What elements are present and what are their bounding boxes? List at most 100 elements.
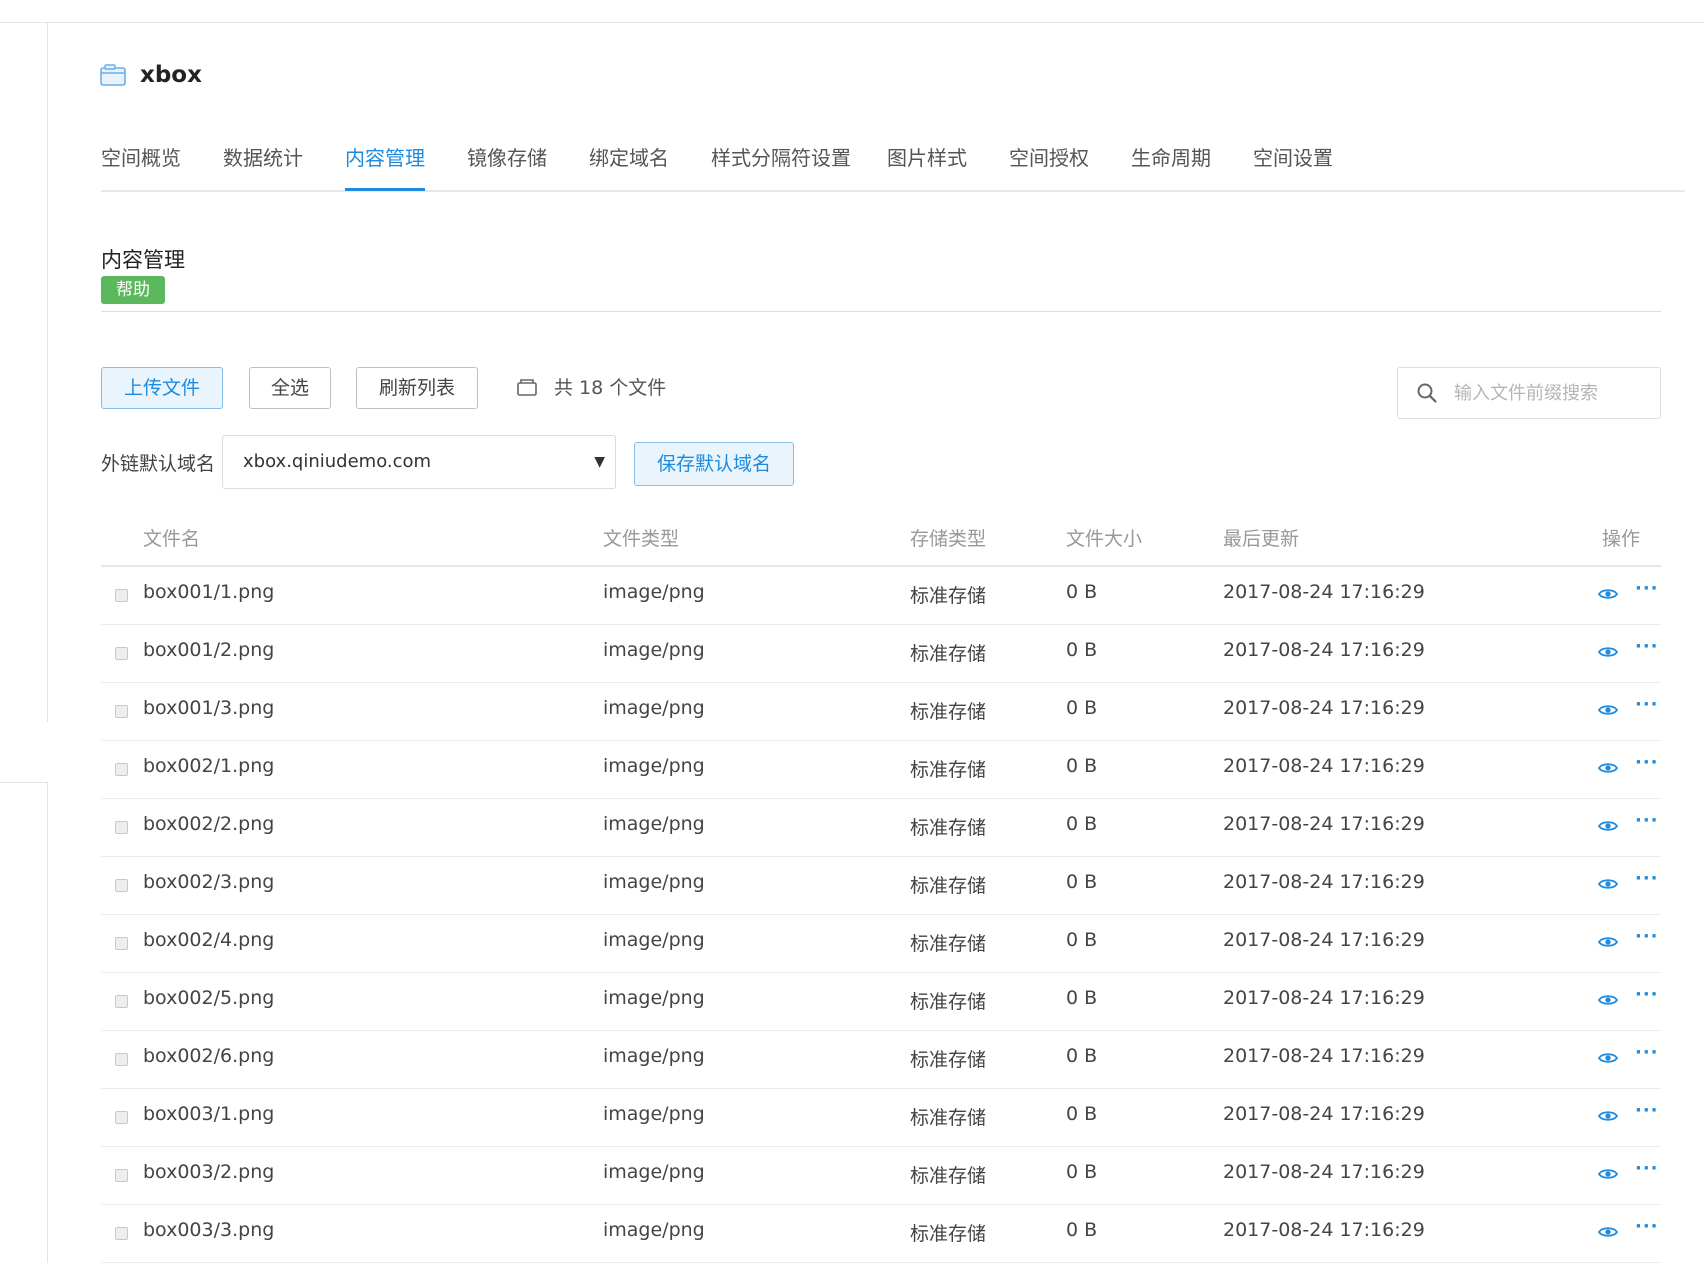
tab-bind-domain[interactable]: 绑定域名 [589,142,669,188]
left-sidebar-top [0,22,48,722]
eye-icon[interactable] [1598,935,1618,949]
save-default-domain-button[interactable]: 保存默认域名 [634,442,794,486]
table-row[interactable]: box002/1.png image/png 标准存储 0 B 2017-08-24 1… [101,741,1661,799]
column-header-storage-type[interactable]: 存储类型 [910,524,986,551]
cell-filename[interactable]: box002/6.png [143,1045,274,1067]
cell-storage-type: 标准存储 [910,759,987,781]
tab-overview[interactable]: 空间概览 [101,142,181,188]
table-row[interactable]: box003/1.png image/png 标准存储 0 B 2017-08-24 1… [101,1089,1661,1147]
row-checkbox[interactable] [115,1053,128,1066]
more-actions-icon[interactable]: ··· [1635,926,1659,947]
cell-filename[interactable]: box002/4.png [143,929,274,951]
table-row[interactable]: box001/3.png image/png 标准存储 0 B 2017-08-24 1… [101,683,1661,741]
eye-icon[interactable] [1598,761,1618,775]
cell-last-updated: 2017-08-24 17:16:29 [1223,755,1425,777]
more-actions-icon[interactable]: ··· [1635,810,1659,831]
search-input[interactable] [1452,381,1646,405]
more-actions-icon[interactable]: ··· [1635,1100,1659,1121]
cell-filename[interactable]: box001/2.png [143,639,274,661]
cell-filetype: image/png [603,987,705,1009]
cell-filename[interactable]: box002/2.png [143,813,274,835]
tab-content-management[interactable]: 内容管理 [345,142,425,191]
cell-filename[interactable]: box002/1.png [143,755,274,777]
row-checkbox[interactable] [115,821,128,834]
eye-icon[interactable] [1598,819,1618,833]
cell-storage-type: 标准存储 [910,1107,987,1129]
more-actions-icon[interactable]: ··· [1635,868,1659,889]
cell-storage-type: 标准存储 [910,1049,987,1071]
eye-icon[interactable] [1598,1109,1618,1123]
default-domain-select[interactable]: xbox.qiniudemo.com ▼ [222,435,616,489]
column-header-filetype[interactable]: 文件类型 [603,524,679,551]
row-checkbox[interactable] [115,647,128,660]
select-all-button[interactable]: 全选 [249,367,331,409]
tab-mirror-storage[interactable]: 镜像存储 [467,142,547,188]
cell-filename[interactable]: box002/3.png [143,871,274,893]
cell-filename[interactable]: box003/3.png [143,1219,274,1241]
tab-lifecycle[interactable]: 生命周期 [1131,142,1211,188]
tab-space-authorization[interactable]: 空间授权 [1009,142,1089,188]
more-actions-icon[interactable]: ··· [1635,1158,1659,1179]
more-actions-icon[interactable]: ··· [1635,984,1659,1005]
table-row[interactable]: box001/1.png image/png 标准存储 0 B 2017-08-24 1… [101,567,1661,625]
bucket-header: xbox [100,62,202,88]
table-row[interactable]: box003/3.png image/png 标准存储 0 B 2017-08-24 1… [101,1205,1661,1263]
row-checkbox[interactable] [115,1169,128,1182]
table-row[interactable]: box002/5.png image/png 标准存储 0 B 2017-08-24 1… [101,973,1661,1031]
refresh-list-button[interactable]: 刷新列表 [356,367,478,409]
row-checkbox[interactable] [115,763,128,776]
more-actions-icon[interactable]: ··· [1635,578,1659,599]
table-row[interactable]: box003/2.png image/png 标准存储 0 B 2017-08-24 1… [101,1147,1661,1205]
row-checkbox[interactable] [115,1227,128,1240]
table-row[interactable]: box002/6.png image/png 标准存储 0 B 2017-08-24 1… [101,1031,1661,1089]
more-actions-icon[interactable]: ··· [1635,752,1659,773]
eye-icon[interactable] [1598,703,1618,717]
help-badge[interactable]: 帮助 [101,276,165,304]
row-checkbox[interactable] [115,937,128,950]
row-checkbox[interactable] [115,995,128,1008]
cell-filetype: image/png [603,813,705,835]
table-row[interactable]: box002/2.png image/png 标准存储 0 B 2017-08-24 1… [101,799,1661,857]
cell-filename[interactable]: box003/2.png [143,1161,274,1183]
tab-style-separator[interactable]: 样式分隔符设置 [711,142,851,188]
eye-icon[interactable] [1598,1051,1618,1065]
more-actions-icon[interactable]: ··· [1635,636,1659,657]
eye-icon[interactable] [1598,1167,1618,1181]
row-checkbox[interactable] [115,589,128,602]
cell-file-size: 0 B [1066,639,1098,661]
more-actions-icon[interactable]: ··· [1635,1042,1659,1063]
cell-storage-type: 标准存储 [910,585,987,607]
table-row[interactable]: box002/3.png image/png 标准存储 0 B 2017-08-24 1… [101,857,1661,915]
column-header-file-size[interactable]: 文件大小 [1066,524,1142,551]
eye-icon[interactable] [1598,877,1618,891]
cell-filename[interactable]: box001/3.png [143,697,274,719]
cell-filename[interactable]: box002/5.png [143,987,274,1009]
caret-down-icon: ▼ [594,454,605,470]
cell-filename[interactable]: box001/1.png [143,581,274,603]
tab-image-style[interactable]: 图片样式 [887,142,967,188]
file-count-text: 共 18 个文件 [554,377,667,399]
table-row[interactable]: box001/2.png image/png 标准存储 0 B 2017-08-24 1… [101,625,1661,683]
cell-storage-type: 标准存储 [910,1223,987,1245]
more-actions-icon[interactable]: ··· [1635,1216,1659,1237]
eye-icon[interactable] [1598,993,1618,1007]
cell-file-size: 0 B [1066,755,1098,777]
eye-icon[interactable] [1598,645,1618,659]
row-checkbox[interactable] [115,879,128,892]
eye-icon[interactable] [1598,1225,1618,1239]
column-header-last-updated[interactable]: 最后更新 [1223,524,1299,551]
cell-last-updated: 2017-08-24 17:16:29 [1223,1045,1425,1067]
row-checkbox[interactable] [115,705,128,718]
more-actions-icon[interactable]: ··· [1635,694,1659,715]
cell-file-size: 0 B [1066,697,1098,719]
column-header-filename[interactable]: 文件名 [143,524,200,551]
cell-last-updated: 2017-08-24 17:16:29 [1223,581,1425,603]
bucket-icon [100,64,126,86]
tab-space-settings[interactable]: 空间设置 [1253,142,1333,188]
eye-icon[interactable] [1598,587,1618,601]
cell-filename[interactable]: box003/1.png [143,1103,274,1125]
tab-statistics[interactable]: 数据统计 [223,142,303,188]
upload-button[interactable]: 上传文件 [101,367,223,409]
table-row[interactable]: box002/4.png image/png 标准存储 0 B 2017-08-24 1… [101,915,1661,973]
row-checkbox[interactable] [115,1111,128,1124]
